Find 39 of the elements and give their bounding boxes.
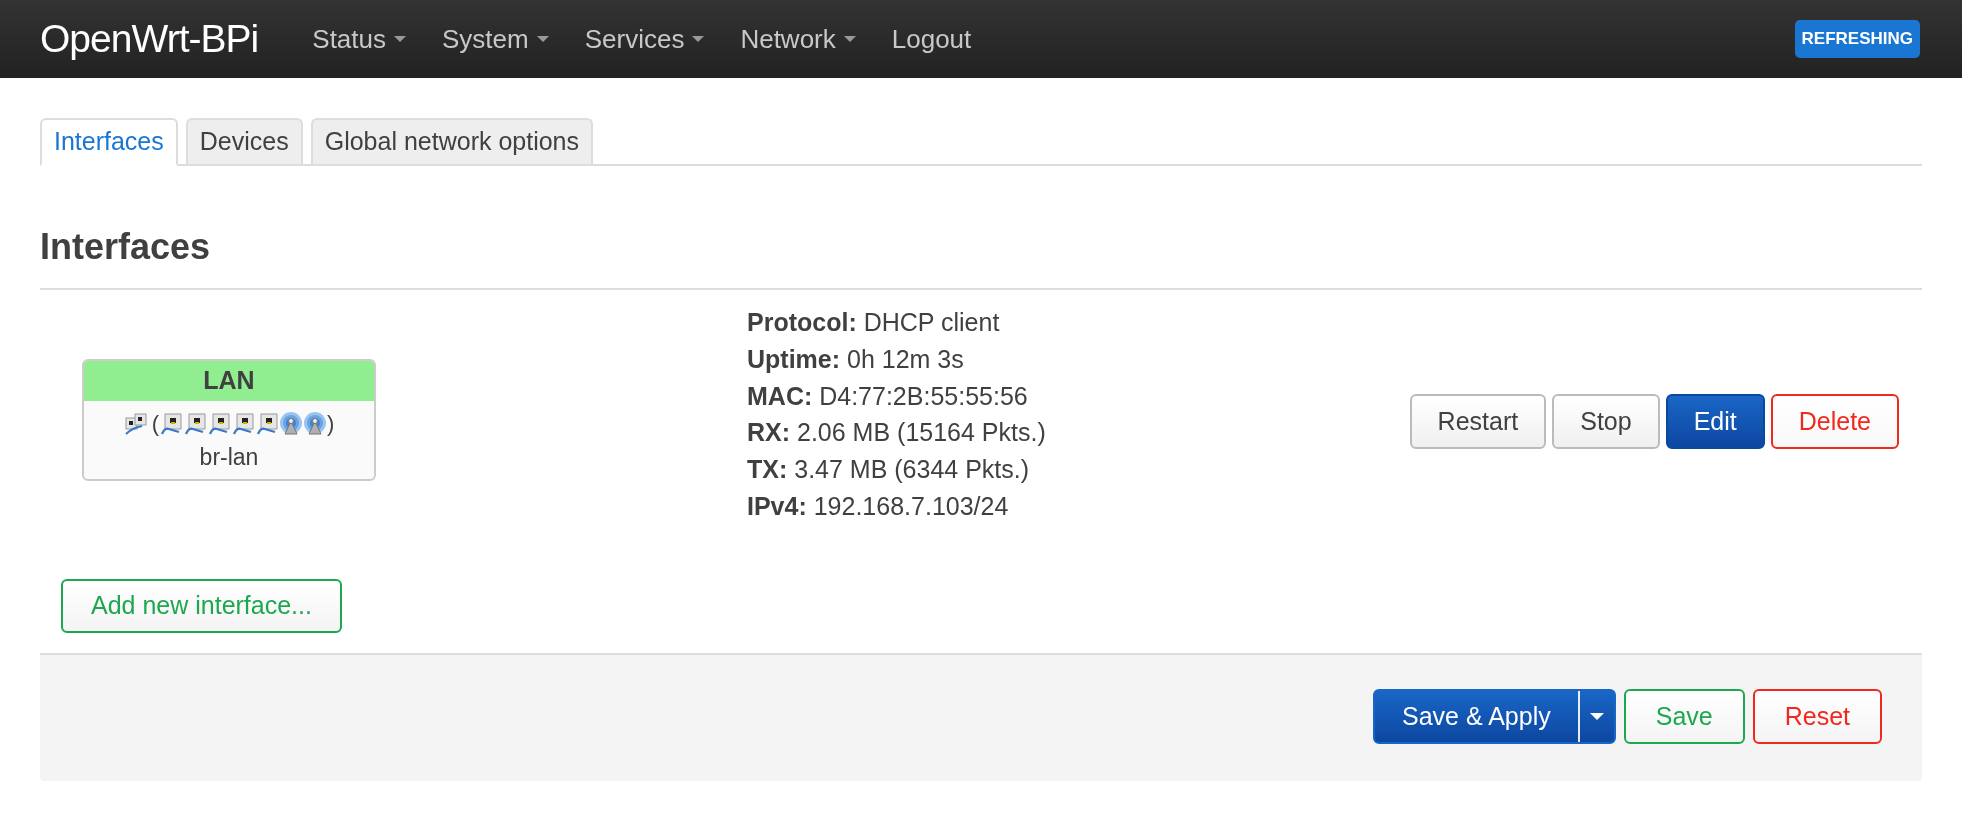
info-line: TX: 3.47 MB (6344 Pkts.) xyxy=(747,454,1031,486)
paren-text: ) xyxy=(327,410,335,438)
caret-icon xyxy=(536,36,549,42)
menu-dropdown[interactable]: System xyxy=(428,19,563,59)
bridge-icon xyxy=(123,411,148,436)
interface-name: LAN xyxy=(84,361,374,401)
caret-icon xyxy=(843,36,856,42)
brand-title: OpenWrt-BPi xyxy=(40,15,259,62)
network-port-icon xyxy=(183,411,207,436)
status-badge: REFRESHING xyxy=(1794,20,1920,58)
wireless-icon xyxy=(303,411,327,436)
network-port-icon xyxy=(255,411,279,436)
nav-link[interactable]: Logout xyxy=(877,19,986,59)
info-line: RX: 2.06 MB (15164 Pkts.) xyxy=(747,417,1046,449)
caret-icon xyxy=(1589,713,1604,720)
tab[interactable]: Devices xyxy=(185,118,303,164)
caret-icon xyxy=(394,36,406,42)
neutral-button[interactable]: Stop xyxy=(1552,394,1660,449)
info-line: MAC: D4:77:2B:55:55:56 xyxy=(747,380,1029,412)
network-port-icon xyxy=(159,411,183,436)
reset-button[interactable]: Reset xyxy=(1752,689,1882,744)
network-port-icon xyxy=(231,411,255,436)
network-port-icon xyxy=(207,411,231,436)
info-line: Uptime: 0h 12m 3s xyxy=(747,343,965,375)
info-line: Protocol: DHCP client xyxy=(747,307,1001,338)
tab[interactable]: Global network options xyxy=(310,118,593,164)
menu-dropdown[interactable]: Status xyxy=(298,19,420,59)
menu-dropdown[interactable]: Network xyxy=(726,19,870,59)
negative-button[interactable]: Delete xyxy=(1770,394,1899,449)
caret-icon xyxy=(692,36,705,42)
primary-button[interactable]: Edit xyxy=(1665,394,1765,449)
device-name: br-lan xyxy=(198,443,260,472)
menu-dropdown[interactable]: Services xyxy=(570,19,719,59)
tab[interactable]: Interfaces xyxy=(40,118,178,166)
wireless-icon xyxy=(279,411,303,436)
info-line: IPv4: 192.168.7.103/24 xyxy=(747,491,1010,522)
paren-text: ( xyxy=(151,410,159,438)
section-title: Interfaces xyxy=(40,220,1922,290)
neutral-button[interactable]: Restart xyxy=(1409,394,1547,449)
